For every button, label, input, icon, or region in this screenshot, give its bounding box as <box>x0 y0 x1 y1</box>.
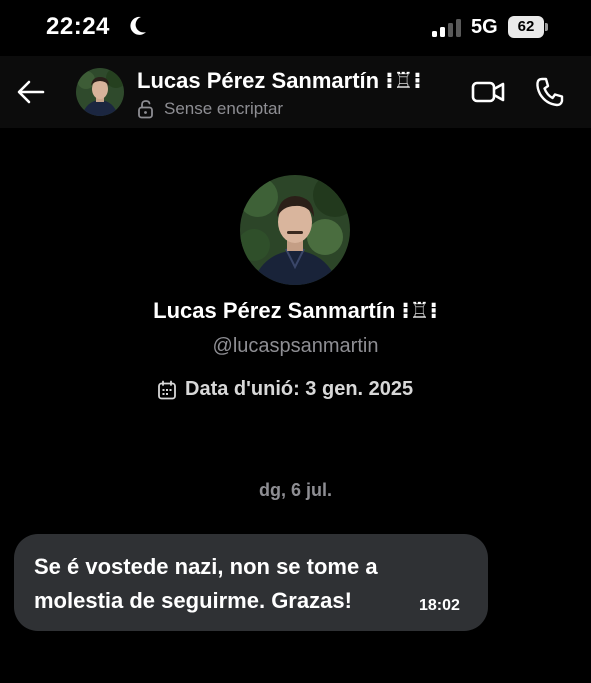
unlocked-padlock-icon <box>138 100 153 119</box>
signal-icon <box>432 19 461 37</box>
profile-name: Lucas Pérez Sanmartín ⁝♖⁝ <box>153 298 438 323</box>
encryption-status: Sense encriptar <box>164 99 284 118</box>
profile-avatar[interactable] <box>240 175 350 285</box>
battery-level: 62 <box>517 18 535 35</box>
chat-header: Lucas Pérez Sanmartín ⁝♖⁝ Sense encripta… <box>0 56 591 128</box>
back-arrow-icon[interactable] <box>16 78 46 106</box>
status-bar: 22:24 5G 62 <box>0 0 591 56</box>
header-avatar[interactable] <box>76 68 124 116</box>
do-not-disturb-moon-icon <box>130 16 146 35</box>
message-text: Se é vostede nazi, non se tome a molesti… <box>34 554 378 613</box>
message-bubble[interactable]: Se é vostede nazi, non se tome a molesti… <box>14 534 488 631</box>
message-time: 18:02 <box>419 597 460 614</box>
battery-icon: 62 <box>508 16 548 38</box>
network-type: 5G <box>471 16 498 38</box>
phone-call-icon[interactable] <box>534 76 564 108</box>
profile-handle: @lucaspsanmartin <box>212 335 379 357</box>
date-separator: dg, 6 jul. <box>258 480 332 500</box>
video-call-icon[interactable] <box>470 78 506 106</box>
contact-name[interactable]: Lucas Pérez Sanmartín ⁝♖⁝ <box>137 68 422 94</box>
status-time: 22:24 <box>46 13 110 40</box>
calendar-icon <box>158 380 176 400</box>
joined-date-text: Data d'unió: 3 gen. 2025 <box>185 378 414 400</box>
